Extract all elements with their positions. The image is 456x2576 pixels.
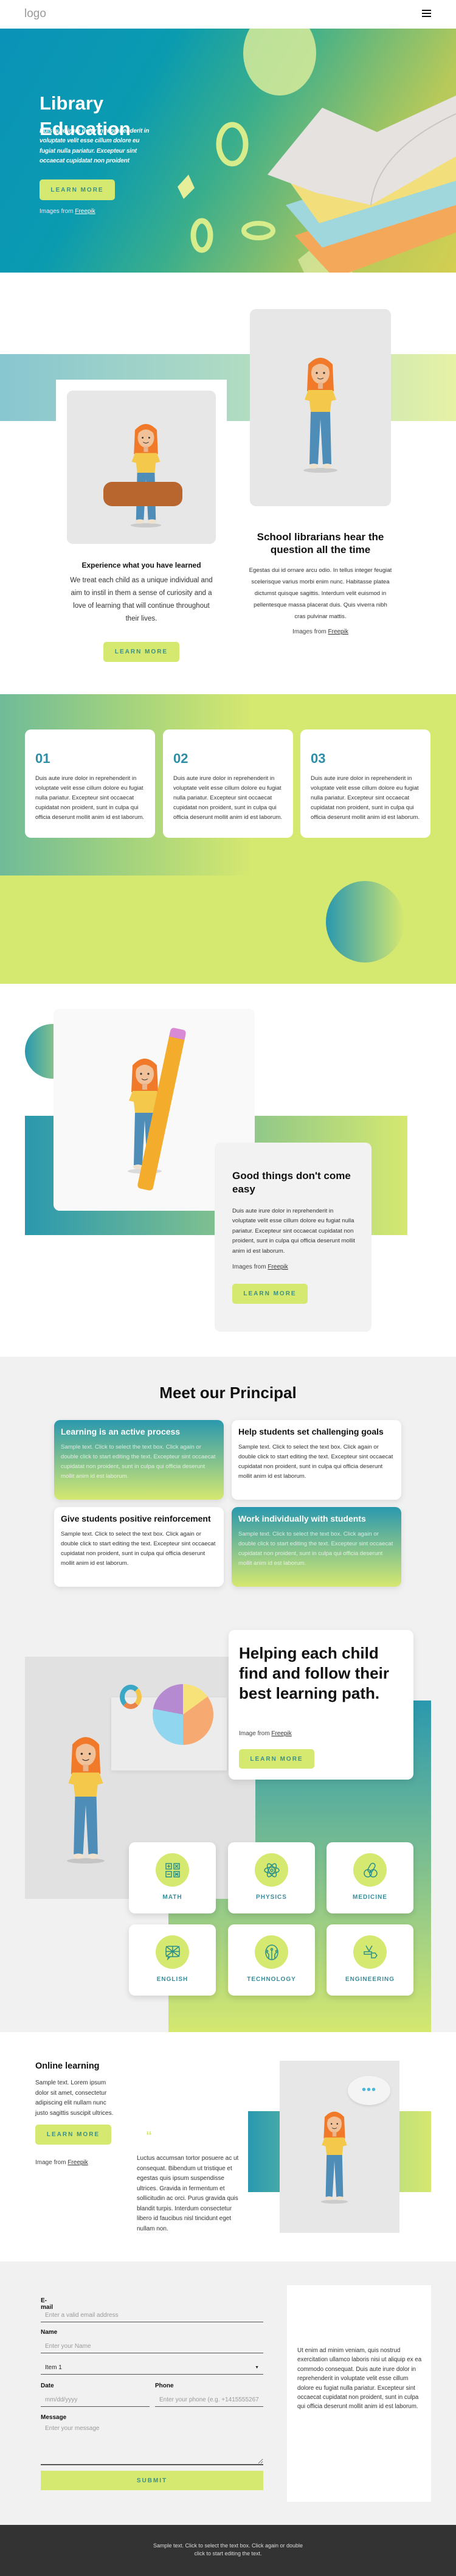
- girl-thinking-image: •••: [280, 2061, 399, 2233]
- girl-figure: [290, 324, 351, 500]
- about-left-text: We treat each child as a unique individu…: [70, 577, 213, 622]
- helping-credit: Image from Freepik: [239, 1730, 292, 1737]
- subject-card-technology[interactable]: TECHNOLOGY: [228, 1924, 315, 1996]
- about-right-text: Egestas dui id ornare arcu odio. In tell…: [249, 567, 392, 620]
- submit-button[interactable]: SUBMIT: [41, 2471, 263, 2490]
- step-text: Duis aute irure dolor in reprehenderit i…: [311, 775, 420, 821]
- subject-card-physics[interactable]: PHYSICS: [228, 1842, 315, 1913]
- hero-learn-more-button[interactable]: LEARN MORE: [40, 179, 115, 200]
- good-things-credit: Images from Freepik: [232, 1264, 288, 1270]
- books-illustration: [178, 29, 456, 273]
- good-things-card: Good things don't come easy Duis aute ir…: [215, 1143, 371, 1332]
- step-card: 01 Duis aute irure dolor in reprehenderi…: [25, 729, 155, 838]
- robot-arm-icon: [353, 1935, 387, 1969]
- good-things-heading: Good things don't come easy: [232, 1170, 351, 1195]
- hero-section: Library Education Duis aute irure dolor …: [0, 29, 456, 273]
- phone-label: Phone: [155, 2383, 174, 2389]
- girl-on-chair-image: [67, 391, 216, 544]
- footer-text: Sample text. Click to select the text bo…: [153, 2543, 303, 2557]
- freepik-link[interactable]: Freepik: [328, 628, 348, 635]
- site-header: logo: [0, 0, 456, 29]
- freepik-link[interactable]: Freepik: [268, 1264, 288, 1270]
- date-label: Date: [41, 2383, 54, 2389]
- name-label: Name: [41, 2329, 58, 2336]
- principal-card: Help students set challenging goals Sampl…: [232, 1420, 401, 1500]
- hamburger-icon[interactable]: [422, 10, 431, 17]
- subject-card-math[interactable]: MATH: [129, 1842, 216, 1913]
- online-quote: Luctus accumsan tortor posuere ac ut con…: [137, 2155, 239, 2232]
- helping-heading: Helping each child find and follow their…: [239, 1644, 389, 1702]
- freepik-link[interactable]: Freepik: [75, 208, 95, 215]
- footer: Sample text. Click to select the text bo…: [0, 2525, 456, 2576]
- subject-card-medicine[interactable]: MEDICINE: [326, 1842, 413, 1913]
- step-number: 01: [35, 751, 50, 766]
- online-heading: Online learning: [35, 2061, 100, 2071]
- subject-card-english[interactable]: ENGLISH: [129, 1924, 216, 1996]
- about-left-heading: Experience what you have learned: [81, 561, 201, 569]
- name-input[interactable]: [41, 2340, 263, 2353]
- contact-side-text: Ut enim ad minim veniam, quis nostrud ex…: [297, 2347, 422, 2411]
- helping-card: Helping each child find and follow their…: [229, 1630, 413, 1780]
- step-text: Duis aute irure dolor in reprehenderit i…: [173, 775, 282, 821]
- decorative-circle: [326, 881, 404, 963]
- step-card: 03 Duis aute irure dolor in reprehenderi…: [300, 729, 430, 838]
- chair: [103, 482, 182, 506]
- girl-waving-image: [250, 309, 391, 506]
- message-label: Message: [41, 2414, 67, 2421]
- email-input[interactable]: [41, 2309, 263, 2322]
- date-input[interactable]: [41, 2393, 150, 2407]
- atom-icon: [255, 1853, 288, 1887]
- thought-dots: •••: [362, 2083, 377, 2097]
- logo[interactable]: logo: [24, 7, 46, 21]
- freepik-link[interactable]: Freepik: [67, 2159, 88, 2166]
- step-number: 03: [311, 751, 326, 766]
- step-card: 02 Duis aute irure dolor in reprehenderi…: [163, 729, 293, 838]
- online-credit: Image from Freepik: [35, 2159, 88, 2166]
- uk-flag-chat-icon: [156, 1935, 189, 1969]
- subject-card-engineering[interactable]: ENGINEERING: [326, 1924, 413, 1996]
- circuit-icon: [255, 1935, 288, 1969]
- pills-icon: [353, 1853, 387, 1887]
- online-band-left: [248, 2111, 280, 2192]
- hero-text: Duis aute irure dolor in reprehenderit i…: [40, 128, 150, 165]
- quote-icon: “: [146, 2129, 152, 2143]
- step-text: Duis aute irure dolor in reprehenderit i…: [35, 775, 144, 821]
- contact-side-card: Ut enim ad minim veniam, quis nostrud ex…: [287, 2285, 431, 2502]
- calculator-icon: [156, 1853, 189, 1887]
- principal-title: Meet our Principal: [159, 1384, 297, 1402]
- girl-figure: [52, 1675, 119, 1899]
- dropdown-arrow-icon: ▼: [255, 2365, 259, 2370]
- step-number: 02: [173, 751, 188, 766]
- about-learn-more-button[interactable]: LEARN MORE: [103, 642, 179, 662]
- helping-learn-more-button[interactable]: LEARN MORE: [239, 1749, 314, 1769]
- freepik-link[interactable]: Freepik: [271, 1730, 291, 1737]
- principal-card: Give students positive reinforcement Samp…: [54, 1507, 224, 1587]
- message-textarea[interactable]: [41, 2425, 263, 2465]
- about-right-heading: School librarians hear the question all …: [257, 531, 384, 555]
- about-credit: Images from Freepik: [292, 628, 348, 635]
- hero-credit: Images from Freepik: [40, 208, 95, 215]
- girl-figure: [119, 415, 173, 531]
- online-learn-more-button[interactable]: LEARN MORE: [35, 2125, 111, 2145]
- online-band-right: [399, 2111, 431, 2192]
- principal-card: Learning is an active process Sample text…: [54, 1420, 224, 1500]
- good-things-text: Duis aute irure dolor in reprehenderit i…: [232, 1208, 355, 1255]
- item-select[interactable]: Item 1 ▼: [41, 2361, 263, 2375]
- girl-figure: [310, 2085, 359, 2225]
- principal-card: Work individually with students Sample te…: [232, 1507, 401, 1587]
- good-things-learn-more-button[interactable]: LEARN MORE: [232, 1284, 308, 1304]
- ring-model: [120, 1685, 142, 1709]
- phone-input[interactable]: [155, 2393, 263, 2407]
- online-text: Sample text. Lorem ipsum dolor sit amet,…: [35, 2080, 114, 2117]
- pie-chart-model: [153, 1684, 213, 1745]
